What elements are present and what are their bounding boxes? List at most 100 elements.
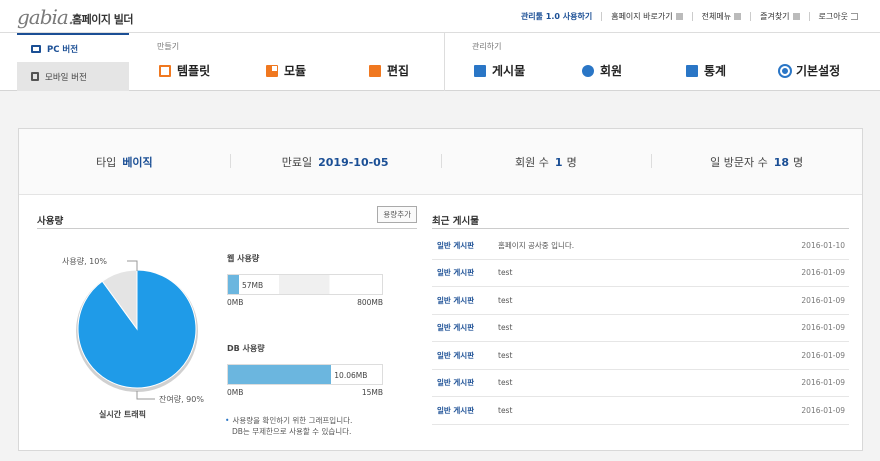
tab-mobile-version[interactable]: 모바일 버전: [17, 62, 129, 91]
info-visitors-label: 일 방문자 수: [710, 155, 768, 169]
logout-icon: [851, 13, 858, 20]
menu-edit[interactable]: 편집: [369, 62, 409, 79]
db-usage-min: 0MB: [227, 388, 244, 397]
menu-template-label: 템플릿: [177, 64, 211, 78]
post-category[interactable]: 일반 게시판: [432, 350, 492, 361]
post-title[interactable]: test: [492, 406, 789, 415]
pie-used-label: 사용량, 10%: [62, 257, 107, 266]
info-members-value: 1: [554, 155, 563, 169]
logout-link[interactable]: 로그아웃: [819, 11, 858, 22]
recent-posts-panel: 최근 게시물 일반 게시판 홈페이지 공사중 입니다. 2016-01-10 일반 게…: [432, 209, 849, 439]
homepage-label: 홈페이지 바로가기: [611, 12, 673, 21]
menu-stats[interactable]: 통계: [686, 62, 726, 79]
post-date: 2016-01-09: [801, 378, 845, 388]
divider: [691, 12, 693, 21]
db-usage-value: 10.06MB: [334, 371, 368, 380]
divider: [808, 12, 810, 21]
list-item[interactable]: 일반 게시판 test 2016-01-09: [432, 315, 849, 342]
list-item[interactable]: 일반 게시판 test 2016-01-09: [432, 370, 849, 397]
logout-label: 로그아웃: [818, 12, 848, 21]
make-group-title: 만들기: [157, 42, 180, 51]
menu-settings-label: 기본설정: [796, 64, 841, 78]
post-title[interactable]: test: [492, 268, 789, 277]
list-item[interactable]: 일반 게시판 test 2016-01-09: [432, 287, 849, 315]
post-category[interactable]: 일반 게시판: [432, 405, 492, 416]
list-item[interactable]: 일반 게시판 test 2016-01-09: [432, 260, 849, 287]
post-date: 2016-01-09: [801, 323, 845, 333]
template-icon: [159, 64, 171, 77]
post-title[interactable]: test: [492, 296, 789, 305]
settings-icon: [780, 65, 790, 76]
manage-menu-group: 관리하기 게시물 회원 통계 기본설정: [445, 33, 880, 91]
stats-icon: [686, 64, 698, 77]
info-expire: 만료일 2019-10-05: [229, 153, 441, 170]
post-category[interactable]: 일반 게시판: [432, 240, 492, 251]
post-title[interactable]: test: [492, 351, 789, 360]
web-usage-value: 57MB: [241, 281, 264, 290]
db-usage-title: DB 사용량: [227, 344, 265, 353]
post-date: 2016-01-10: [801, 240, 845, 250]
info-expire-value: 2019-10-05: [318, 155, 389, 169]
post-title[interactable]: 홈페이지 공사중 입니다.: [492, 240, 789, 251]
tab-pc-version[interactable]: PC 버전: [17, 33, 129, 62]
divider: [601, 12, 603, 21]
top-bar: gabia. 홈페이지 빌더 관리툴 1.0 사용하기 홈페이지 바로가기 전체…: [0, 0, 880, 33]
usage-header: 사용량 용량추가: [37, 206, 417, 229]
make-menu-group: 만들기 템플릿 모듈 편집: [129, 33, 445, 91]
usage-note-line2: DB는 무제한으로 사용할 수 있습니다.: [232, 427, 352, 436]
post-title[interactable]: test: [492, 378, 789, 387]
member-icon: [582, 64, 594, 77]
info-visitors-value: 18: [773, 155, 790, 169]
pie-caption: 실시간 트래픽: [99, 410, 146, 419]
tab-mobile-version-label: 모바일 버전: [45, 72, 87, 83]
menu-icon: [734, 13, 742, 20]
menu-board[interactable]: 게시물: [474, 62, 525, 79]
web-usage-scale: 0MB 800MB: [227, 298, 383, 307]
legacy-tool-link[interactable]: 관리툴 1.0 사용하기: [521, 11, 592, 22]
db-usage-max: 15MB: [361, 388, 383, 397]
menu-stats-label: 통계: [704, 64, 727, 78]
post-category[interactable]: 일반 게시판: [432, 377, 492, 388]
dashboard-card: 타입 베이직 만료일 2019-10-05 회원 수1명 일 방문자 수 18 명 사용…: [18, 128, 863, 451]
menu-template[interactable]: 템플릿: [159, 62, 210, 79]
info-members-unit: 명: [566, 155, 577, 169]
product-name: 홈페이지 빌더: [72, 13, 134, 26]
post-date: 2016-01-09: [801, 268, 845, 278]
list-item[interactable]: 일반 게시판 test 2016-01-09: [432, 397, 849, 425]
post-category[interactable]: 일반 게시판: [432, 267, 492, 278]
usage-note-text1: 사용량을 확인하기 위한 그래프입니다.: [232, 416, 353, 425]
external-icon: [675, 13, 683, 20]
edit-icon: [369, 64, 381, 77]
menu-settings[interactable]: 기본설정: [780, 62, 840, 79]
post-category[interactable]: 일반 게시판: [432, 322, 492, 333]
info-visitors: 일 방문자 수 18 명: [651, 153, 862, 170]
info-type-label: 타입: [96, 155, 117, 169]
info-type-value: 베이직: [122, 155, 153, 169]
add-capacity-button[interactable]: 용량추가: [377, 206, 417, 223]
gabia-logo[interactable]: gabia.: [17, 7, 74, 27]
pie-free-label: 잔여량, 90%: [159, 395, 204, 404]
menu-module[interactable]: 모듈: [266, 62, 306, 79]
bookmark-link[interactable]: 즐겨찾기: [760, 11, 800, 22]
post-category[interactable]: 일반 게시판: [432, 295, 492, 306]
db-usage-scale: 0MB 15MB: [227, 388, 383, 397]
recent-posts-title: 최근 게시물: [432, 216, 480, 227]
all-menu-link[interactable]: 전체메뉴: [702, 11, 742, 22]
post-date: 2016-01-09: [801, 405, 845, 415]
top-links: 관리툴 1.0 사용하기 홈페이지 바로가기 전체메뉴 즐겨찾기 로그아웃: [521, 11, 858, 22]
menu-member[interactable]: 회원: [582, 62, 622, 79]
pie-free-leader: [136, 391, 155, 400]
menu-module-label: 모듈: [284, 64, 307, 78]
info-expire-label: 만료일: [281, 155, 313, 169]
homepage-link[interactable]: 홈페이지 바로가기: [611, 11, 683, 22]
list-item[interactable]: 일반 게시판 홈페이지 공사중 입니다. 2016-01-10: [432, 232, 849, 260]
post-title[interactable]: test: [492, 323, 789, 332]
web-usage-block: 웹 사용량 57MB 0MB 800MB: [227, 253, 383, 307]
web-usage-title: 웹 사용량: [227, 254, 260, 263]
info-members-label: 회원 수: [515, 155, 549, 169]
post-date: 2016-01-09: [801, 295, 845, 305]
divider: [750, 12, 752, 21]
monitor-icon: [31, 44, 41, 53]
tab-pc-version-label: PC 버전: [47, 44, 79, 55]
list-item[interactable]: 일반 게시판 test 2016-01-09: [432, 342, 849, 370]
